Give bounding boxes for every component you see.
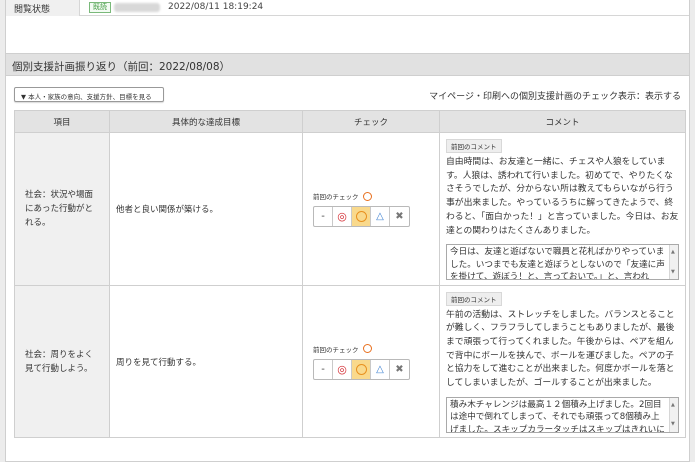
eval-good-button[interactable] (352, 207, 371, 226)
display-setting-text: マイページ・印刷への個別支援計画のチェック表示：表示する (429, 92, 681, 102)
eval-none-button[interactable]: - (314, 359, 333, 379)
eval-fair-button[interactable]: △ (371, 359, 390, 379)
read-status-label: 閲覧状態 (6, 0, 80, 16)
header-comment: コメント (439, 110, 686, 133)
circle-icon (355, 211, 367, 222)
prev-comment-text: 午前の活動は、ストレッチをしました。バランスとることが難しく、フラフラしてしまう… (446, 309, 675, 389)
goal-cell: 周りを見て行動する。 (109, 285, 303, 438)
triangle-icon: △ (376, 363, 384, 375)
header-item: 項目 (14, 110, 110, 133)
comment-text: 積み木チャレンジは最高１２個積み上げました。2回目は途中で倒れてしまって、それで… (450, 399, 665, 433)
comment-cell: 前回のコメント 午前の活動は、ストレッチをしました。バランスとることが難しく、フ… (439, 285, 686, 438)
show-intentions-button[interactable]: ▼ 本人・家族の意向、支援方針、目標を見る (14, 87, 164, 102)
evaluation-selector: - ◎ △ ✖ (313, 358, 410, 380)
circle-icon (355, 363, 367, 375)
eval-excellent-button[interactable]: ◎ (333, 207, 352, 226)
eval-good-button[interactable] (352, 359, 371, 379)
prev-check: 前回のチェック (313, 344, 429, 354)
table-row: 社会：状況や場面にあった行動がとれる。 他者と良い関係が築ける。 前回のチェック… (14, 132, 686, 286)
read-datetime: 2022/08/11 18:19:24 (168, 2, 264, 12)
prev-check-circle-icon (362, 344, 372, 353)
scroll-down-icon[interactable]: ▼ (671, 266, 675, 279)
goal-cell: 他者と良い関係が築ける。 (109, 132, 303, 286)
eval-excellent-button[interactable]: ◎ (333, 359, 352, 379)
item-cell: 社会：周りをよく見て行動しよう。 (14, 285, 110, 438)
comment-textarea[interactable]: 積み木チャレンジは最高１２個積み上げました。2回目は途中で倒れてしまって、それで… (446, 396, 679, 433)
item-cell: 社会：状況や場面にあった行動がとれる。 (14, 132, 110, 286)
cross-icon: ✖ (395, 363, 404, 375)
eval-none-button[interactable]: - (314, 207, 333, 226)
eval-poor-button[interactable]: ✖ (390, 207, 409, 226)
prev-comment-text: 自由時間は、お友達と一緒に、チェスや人狼をしています。人狼は、誘われて行いました… (446, 157, 679, 236)
support-plan-table: 項目 具体的な達成目標 チェック コメント 社会：状況や場面にあった行動がとれる… (14, 110, 686, 438)
main-frame: 閲覧状態 既読 2022/08/11 18:19:24 個別支援計画振り返り（前… (5, 0, 690, 462)
check-cell: 前回のチェック - ◎ △ ✖ (302, 285, 440, 438)
comment-cell: 前回のコメント 自由時間は、お友達と一緒に、チェスや人狼をしています。人狼は、誘… (439, 132, 686, 286)
prev-comment-label: 前回のコメント (446, 291, 502, 306)
eval-fair-button[interactable]: △ (371, 207, 390, 226)
comment-scrollbar[interactable]: ▲ ▼ (669, 245, 678, 279)
check-cell: 前回のチェック - ◎ △ ✖ (302, 132, 440, 286)
scroll-up-icon[interactable]: ▲ (671, 399, 675, 412)
header-goal: 具体的な達成目標 (109, 110, 303, 133)
table-row: 社会：周りをよく見て行動しよう。 周りを見て行動する。 前回のチェック - ◎ … (14, 285, 686, 438)
prev-comment-label: 前回のコメント (446, 139, 502, 153)
table-header-row: 項目 具体的な達成目標 チェック コメント (14, 110, 686, 133)
prev-check-circle-icon (362, 191, 372, 201)
double-circle-icon: ◎ (337, 210, 347, 223)
reader-name-blurred (114, 3, 160, 12)
eval-poor-button[interactable]: ✖ (390, 360, 409, 379)
cross-icon: ✖ (395, 211, 404, 222)
prev-check: 前回のチェック (313, 191, 429, 201)
triangle-icon: △ (376, 211, 384, 222)
prev-check-label: 前回のチェック (313, 345, 359, 354)
read-status-row: 閲覧状態 既読 2022/08/11 18:19:24 (6, 0, 689, 16)
read-badge: 既読 (89, 2, 111, 13)
dash-icon: - (321, 363, 325, 375)
scroll-down-icon[interactable]: ▼ (671, 418, 675, 431)
comment-text: 今日は、友達と遊ばないで職員と花札ばかりやっていました。いつまでも友達と遊ぼうと… (450, 247, 665, 280)
comment-scrollbar[interactable]: ▲ ▼ (669, 397, 678, 432)
dash-icon: - (321, 211, 325, 222)
prev-check-label: 前回のチェック (313, 193, 359, 201)
scroll-up-icon[interactable]: ▲ (671, 246, 675, 259)
double-circle-icon: ◎ (337, 362, 347, 376)
comment-textarea[interactable]: 今日は、友達と遊ばないで職員と花札ばかりやっていました。いつまでも友達と遊ぼうと… (446, 244, 679, 280)
section-title: 個別支援計画振り返り（前回：2022/08/08） (6, 53, 689, 76)
evaluation-selector: - ◎ △ ✖ (313, 206, 410, 227)
header-check: チェック (302, 110, 440, 133)
